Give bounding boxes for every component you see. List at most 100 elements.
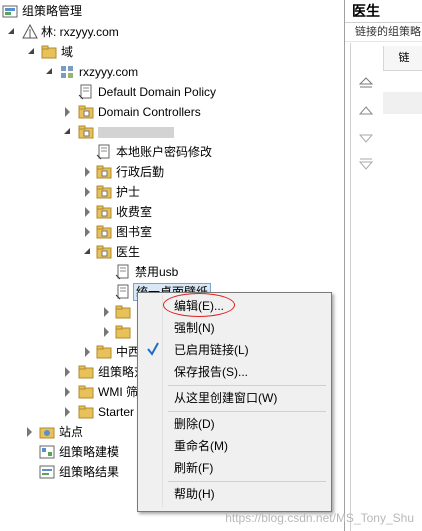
details-title: 医生 xyxy=(345,0,422,23)
tree-label: 站点 xyxy=(59,425,84,439)
expand-icon[interactable] xyxy=(64,107,72,117)
tree-item-gpo-usb[interactable]: 禁用usb xyxy=(0,262,300,282)
collapse-icon[interactable] xyxy=(64,128,72,136)
details-pane: 医生 链接的组策略 链 xyxy=(345,0,422,531)
expand-icon[interactable] xyxy=(103,307,111,317)
expand-icon[interactable] xyxy=(26,427,34,437)
folder-icon xyxy=(78,364,94,380)
menu-item-save-report[interactable]: 保存报告(S)... xyxy=(140,361,327,383)
menu-label: 帮助(H) xyxy=(174,487,215,501)
ou-folder-icon xyxy=(96,344,112,360)
ou-folder-icon xyxy=(96,244,112,260)
tree-item-wmi-filters[interactable]: WMI 筛 xyxy=(0,382,140,402)
tree-item-gpm-root[interactable]: 组策略管理 xyxy=(0,1,300,21)
expand-icon[interactable] xyxy=(84,187,92,197)
menu-item-new-window[interactable]: 从这里创建窗口(W) xyxy=(140,387,327,409)
results-icon xyxy=(39,464,55,480)
tree-label: 医生 xyxy=(116,245,141,259)
tree-label: 图书室 xyxy=(116,225,153,239)
menu-item-rename[interactable]: 重命名(M) xyxy=(140,435,327,457)
highlight-ellipse xyxy=(163,293,235,317)
expand-icon[interactable] xyxy=(64,367,72,377)
expand-icon[interactable] xyxy=(103,327,111,337)
tree-label: Starter xyxy=(98,405,135,419)
tree-item-ou-hidden-1[interactable] xyxy=(0,302,140,322)
menu-item-link-enabled[interactable]: 已启用链接(L) xyxy=(140,339,327,361)
folder-icon xyxy=(41,44,57,60)
tree-item-starter-gpos[interactable]: Starter xyxy=(0,402,140,422)
collapse-icon[interactable] xyxy=(28,48,36,56)
list-row[interactable] xyxy=(383,92,422,114)
checkmark-icon xyxy=(146,341,160,357)
ou-folder-icon xyxy=(78,104,94,120)
menu-label: 刷新(F) xyxy=(174,461,214,475)
expand-icon[interactable] xyxy=(84,207,92,217)
expand-icon[interactable] xyxy=(64,387,72,397)
tree-item-ou-admin[interactable]: 行政后勤 xyxy=(0,162,300,182)
collapse-icon[interactable] xyxy=(84,248,92,256)
menu-separator xyxy=(168,385,326,386)
tree-label: 林: rxzyyy.com xyxy=(41,25,119,39)
tree-item-default-domain-policy[interactable]: Default Domain Policy xyxy=(0,82,300,102)
tree-label: Default Domain Policy xyxy=(98,85,217,99)
domain-icon xyxy=(59,64,75,80)
tree-label: 行政后勤 xyxy=(116,165,165,179)
folder-icon xyxy=(78,384,94,400)
tree-item-domain-controllers[interactable]: Domain Controllers xyxy=(0,102,300,122)
tree-item-ou-library[interactable]: 图书室 xyxy=(0,222,300,242)
gpo-link-icon xyxy=(78,84,94,100)
sites-icon xyxy=(39,424,55,440)
menu-item-refresh[interactable]: 刷新(F) xyxy=(140,457,327,479)
tree-item-ou-fee[interactable]: 收费室 xyxy=(0,202,300,222)
tree-label: 组策略管理 xyxy=(22,4,83,18)
move-down-icon[interactable] xyxy=(358,130,374,146)
expand-icon[interactable] xyxy=(84,227,92,237)
expand-icon[interactable] xyxy=(64,407,72,417)
tree-item-domain[interactable]: rxzyyy.com xyxy=(0,62,300,82)
tree-label: 组策略建模 xyxy=(59,445,120,459)
move-up-icon[interactable] xyxy=(358,103,374,119)
gpo-link-icon xyxy=(96,144,112,160)
ou-folder-icon xyxy=(115,304,131,320)
collapse-icon[interactable] xyxy=(8,28,16,36)
ou-folder-icon xyxy=(96,184,112,200)
expand-icon[interactable] xyxy=(84,167,92,177)
ou-folder-icon xyxy=(96,224,112,240)
tree-item-gpo-objects[interactable]: 组策略对 xyxy=(0,362,146,382)
tree-label: WMI 筛 xyxy=(98,385,138,399)
tree-label: Domain Controllers xyxy=(98,105,201,119)
folder-icon xyxy=(78,404,94,420)
expand-icon[interactable] xyxy=(84,347,92,357)
menu-separator xyxy=(168,411,326,412)
menu-separator xyxy=(168,481,326,482)
modeling-icon xyxy=(39,444,55,460)
watermark: https://blog.csdn.net/MS_Tony_Shu xyxy=(225,511,414,525)
tab-linked-gpos[interactable]: 链接的组策略 xyxy=(345,23,422,42)
tree-item-blurred-ou[interactable] xyxy=(0,122,300,142)
ou-folder-icon xyxy=(115,324,131,340)
collapse-icon[interactable] xyxy=(46,68,54,76)
tree-label: 护士 xyxy=(116,185,141,199)
menu-label: 强制(N) xyxy=(174,321,215,335)
move-top-icon[interactable] xyxy=(358,75,374,91)
menu-item-enforce[interactable]: 强制(N) xyxy=(140,317,327,339)
tree-item-ou-nurse[interactable]: 护士 xyxy=(0,182,300,202)
tree-item-local-password-gpo[interactable]: 本地账户密码修改 xyxy=(0,142,300,162)
menu-label: 删除(D) xyxy=(174,417,215,431)
move-bottom-icon[interactable] xyxy=(358,156,374,172)
menu-item-delete[interactable]: 删除(D) xyxy=(140,413,327,435)
tree-item-ou-doctor[interactable]: 医生 xyxy=(0,242,300,262)
ou-folder-icon xyxy=(96,204,112,220)
tree-label: 收费室 xyxy=(116,205,153,219)
column-header-link-order[interactable]: 链 xyxy=(383,46,422,71)
tree-item-ou-west[interactable]: 中西 xyxy=(0,342,140,362)
menu-item-help[interactable]: 帮助(H) xyxy=(140,483,327,505)
menu-label: 保存报告(S)... xyxy=(174,365,248,379)
tree-label: rxzyyy.com xyxy=(79,65,139,79)
tree-label: 组策略结果 xyxy=(59,465,120,479)
tree-item-ou-hidden-2[interactable] xyxy=(0,322,140,342)
tree-item-domains[interactable]: 域 xyxy=(0,42,300,62)
gpo-link-icon xyxy=(115,284,131,300)
tree-label: 域 xyxy=(61,45,74,59)
tree-item-forest[interactable]: 林: rxzyyy.com xyxy=(0,22,300,42)
